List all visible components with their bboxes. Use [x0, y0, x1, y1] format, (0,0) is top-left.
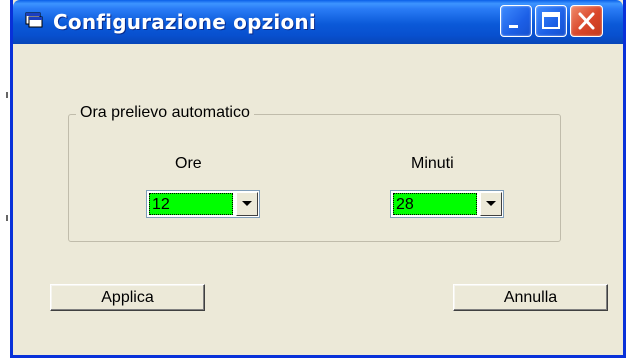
divider-tick: [6, 215, 8, 221]
minutes-value: 28: [393, 193, 477, 215]
minutes-select[interactable]: 28: [390, 190, 504, 218]
hours-label: Ore: [175, 155, 202, 172]
minutes-dropdown-button[interactable]: [480, 192, 502, 216]
apply-button[interactable]: Applica: [50, 284, 205, 311]
app-window-icon: [25, 12, 43, 28]
background-strip: [0, 0, 10, 362]
hours-select[interactable]: 12: [146, 190, 260, 218]
minimize-icon: [501, 23, 531, 40]
maximize-icon: [536, 12, 566, 40]
dialog-window: Configurazione opzioni Ora prelievo auto…: [10, 0, 626, 358]
hours-dropdown-button[interactable]: [236, 192, 258, 216]
dialog-body: Ora prelievo automatico Ore Minuti 12 28…: [13, 44, 623, 355]
window-title: Configurazione opzioni: [53, 10, 316, 34]
chevron-down-icon: [242, 201, 252, 206]
maximize-button[interactable]: [535, 5, 567, 37]
cancel-button[interactable]: Annulla: [453, 284, 608, 311]
divider-tick: [6, 92, 8, 98]
title-bar[interactable]: Configurazione opzioni: [13, 0, 623, 44]
close-icon: [571, 12, 602, 40]
auto-fetch-time-group: Ora prelievo automatico Ore Minuti 12 28: [68, 104, 561, 242]
close-button[interactable]: [570, 5, 603, 37]
chevron-down-icon: [486, 201, 496, 206]
minimize-button[interactable]: [500, 5, 532, 37]
hours-value: 12: [149, 193, 233, 215]
group-legend: Ora prelievo automatico: [76, 104, 254, 122]
minutes-label: Minuti: [411, 155, 454, 172]
